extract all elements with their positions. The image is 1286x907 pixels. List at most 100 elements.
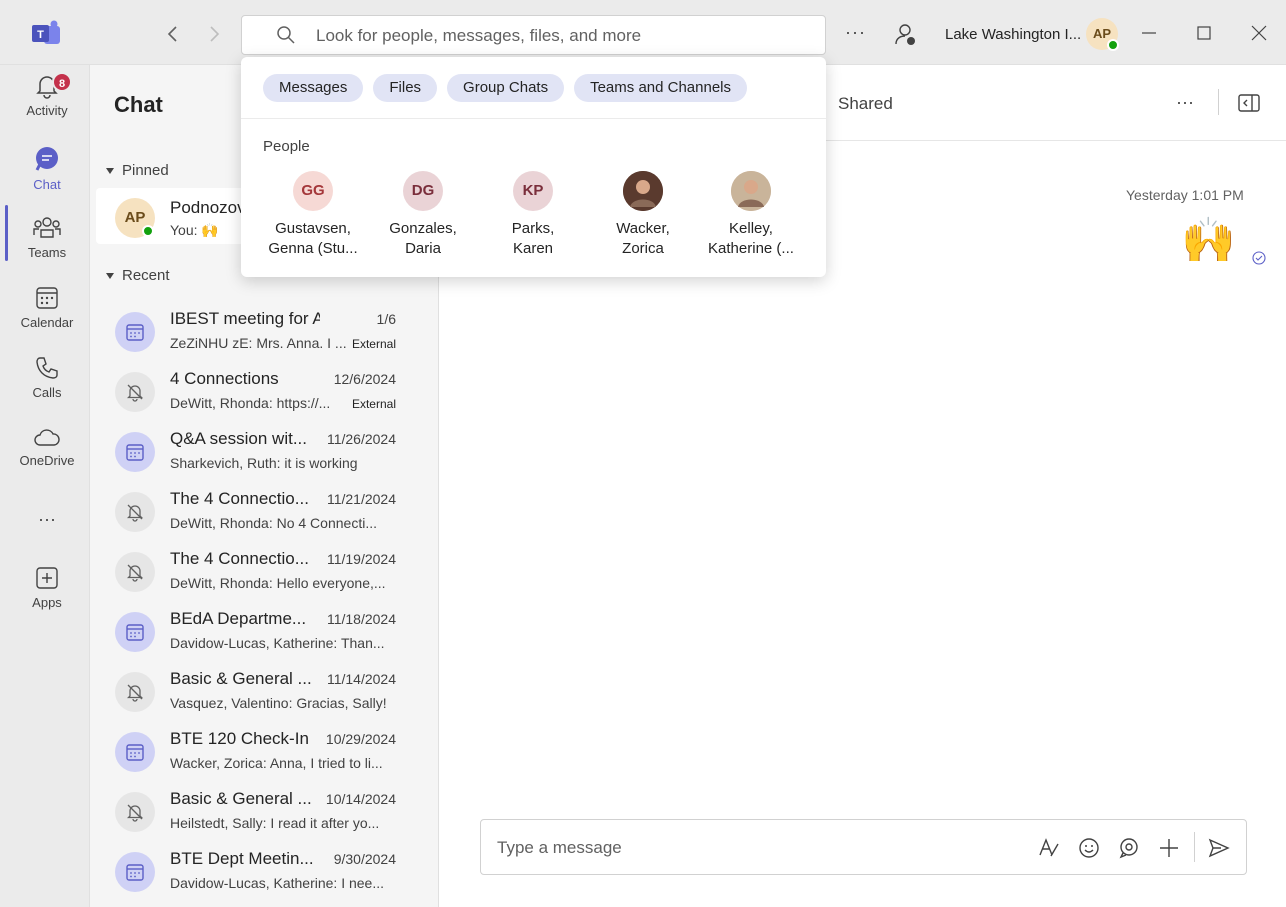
- chat-list-item[interactable]: BTE Dept Meetin... 9/30/2024 Davidow-Lucas…: [96, 843, 439, 903]
- chat-date: 9/30/2024: [333, 851, 396, 867]
- loop-icon[interactable]: [1117, 836, 1141, 860]
- divider: [1218, 89, 1219, 115]
- forward-button[interactable]: [204, 22, 224, 46]
- calendar-icon: [36, 287, 58, 309]
- minimize-icon[interactable]: [1136, 20, 1162, 46]
- chat-list-item[interactable]: IBEST meeting for ACCT1/6ZeZiNHU zE: Mrs…: [96, 303, 439, 363]
- chat-list-item[interactable]: 4 Connections 12/6/2024 DeWitt, Rhonda: ht…: [96, 363, 439, 423]
- filter-chip-messages[interactable]: Messages: [263, 74, 364, 102]
- chat-list-item[interactable]: BTE 120 Check-In 10/29/2024 Wacker, Zorica…: [96, 723, 439, 783]
- people-suggestion[interactable]: Wacker, Zorica: [588, 171, 698, 259]
- close-icon[interactable]: [1246, 20, 1272, 46]
- filter-chip-group-chats[interactable]: Group Chats: [447, 74, 565, 102]
- tab-shared[interactable]: Shared: [838, 94, 893, 114]
- meeting-chat-avatar: [115, 312, 155, 352]
- org-name[interactable]: Lake Washington I...: [945, 26, 1081, 43]
- avatar: GG: [293, 171, 333, 211]
- meeting-chat-avatar: [115, 612, 155, 652]
- phone-icon: [36, 357, 58, 379]
- chat-name: IBEST meeting for ACCT: [170, 309, 320, 328]
- meeting-chat-avatar: [115, 432, 155, 472]
- add-attachment-icon[interactable]: [1157, 836, 1181, 860]
- chat-list-item[interactable]: Basic & General ... 10/14/2024 Heilstedt, …: [96, 783, 439, 843]
- person-name-line1: Kelley,: [729, 220, 773, 237]
- chat-list-item[interactable]: Q&A session wit... 11/26/2024 Sharkevich, …: [96, 423, 439, 483]
- avatar: [623, 171, 663, 211]
- chevron-left-icon: [167, 26, 177, 42]
- plus-square-icon: [36, 567, 58, 589]
- chevron-right-icon: [210, 26, 220, 42]
- person-name-line2: Katherine (...: [708, 240, 794, 257]
- meeting-icon: [126, 744, 144, 761]
- divider: [241, 118, 826, 119]
- chat-date: 12/6/2024: [333, 371, 396, 387]
- muted-chat-avatar: [115, 792, 155, 832]
- back-button[interactable]: [163, 22, 183, 46]
- pinned-section-toggle[interactable]: Pinned: [106, 162, 169, 179]
- chat-name: Basic & General ...: [170, 669, 312, 688]
- message-emoji[interactable]: 🙌: [1181, 215, 1245, 267]
- avatar: KP: [513, 171, 553, 211]
- people-suggestion[interactable]: Kelley, Katherine (...: [696, 171, 806, 259]
- avatar-initials: AP: [124, 209, 146, 226]
- rail-item-calls[interactable]: Calls: [5, 355, 89, 417]
- compose-placeholder: Type a message: [497, 838, 622, 857]
- profile-avatar[interactable]: AP: [1086, 18, 1119, 51]
- muted-chat-avatar: [115, 552, 155, 592]
- meeting-icon: [126, 864, 144, 881]
- side-panel-icon[interactable]: [1238, 93, 1260, 113]
- message-compose-box[interactable]: Type a message: [480, 819, 1247, 875]
- recent-section-toggle[interactable]: Recent: [106, 267, 170, 284]
- rail-label: Teams: [27, 245, 67, 260]
- chat-name: BEdA Departme...: [170, 609, 307, 628]
- external-tag: External: [351, 397, 396, 411]
- teams-logo-icon[interactable]: T: [30, 20, 62, 48]
- search-input[interactable]: Look for people, messages, files, and mo…: [241, 15, 826, 55]
- people-suggestion[interactable]: DG Gonzales, Daria: [368, 171, 478, 259]
- divider: [1194, 832, 1195, 862]
- conversation-more-button[interactable]: ···: [1176, 92, 1194, 113]
- rail-item-calendar[interactable]: Calendar: [5, 285, 89, 347]
- muted-chat-avatar: [115, 672, 155, 712]
- people-settings-icon[interactable]: [893, 22, 919, 48]
- search-filter-chips: Messages Files Group Chats Teams and Cha…: [263, 74, 748, 102]
- chat-list-item[interactable]: Basic & General ... 11/14/2024 Vasquez, Va…: [96, 663, 439, 723]
- filter-chip-teams-channels[interactable]: Teams and Channels: [574, 74, 748, 102]
- more-options-button[interactable]: ···: [845, 22, 866, 43]
- meeting-icon: [126, 624, 144, 641]
- rail-item-apps[interactable]: Apps: [5, 565, 89, 627]
- page-title: Chat: [114, 92, 163, 117]
- chat-preview: Heilstedt, Sally: I read it after yo...: [170, 815, 380, 831]
- send-icon[interactable]: [1207, 836, 1231, 860]
- chat-list-item[interactable]: The 4 Connectio... 11/21/2024 DeWitt, Rhon…: [96, 483, 439, 543]
- message-timestamp: Yesterday 1:01 PM: [1126, 187, 1244, 203]
- avatar-initials: KP: [522, 182, 544, 199]
- rail-item-onedrive[interactable]: OneDrive: [5, 427, 89, 489]
- app-rail: 8 Activity Chat Teams Calendar Calls One…: [0, 65, 90, 907]
- title-bar: T Look for people, messages, files, and …: [0, 0, 1286, 65]
- rail-label: OneDrive: [19, 453, 75, 468]
- chat-preview: DeWitt, Rhonda: No 4 Connecti...: [170, 515, 377, 531]
- maximize-icon[interactable]: [1191, 20, 1217, 46]
- recent-label: Recent: [122, 267, 170, 284]
- chat-icon: [35, 147, 58, 171]
- rail-item-chat[interactable]: Chat: [5, 145, 89, 207]
- format-icon[interactable]: [1037, 836, 1061, 860]
- rail-item-activity[interactable]: 8 Activity: [5, 72, 89, 135]
- chat-preview: Vasquez, Valentino: Gracias, Sally!: [170, 695, 387, 711]
- rail-item-teams[interactable]: Teams: [5, 215, 89, 277]
- emoji-icon[interactable]: [1077, 836, 1101, 860]
- rail-item-more[interactable]: ···: [5, 505, 89, 567]
- search-placeholder: Look for people, messages, files, and mo…: [316, 26, 642, 45]
- filter-chip-files[interactable]: Files: [373, 74, 438, 102]
- people-suggestion[interactable]: GG Gustavsen, Genna (Stu...: [258, 171, 368, 259]
- presence-available-icon: [142, 225, 154, 237]
- chat-name: BTE Dept Meetin...: [170, 849, 314, 868]
- chat-date: 11/26/2024: [326, 431, 396, 447]
- meeting-icon: [126, 324, 144, 341]
- chat-list-item[interactable]: The 4 Connectio... 11/19/2024 DeWitt, Rhon…: [96, 543, 439, 603]
- person-name-line2: Zorica: [622, 240, 664, 257]
- svg-text:T: T: [37, 29, 44, 41]
- chat-list-item[interactable]: BEdA Departme... 11/18/2024 Davidow-Lucas,…: [96, 603, 439, 663]
- people-suggestion[interactable]: KP Parks, Karen: [478, 171, 588, 259]
